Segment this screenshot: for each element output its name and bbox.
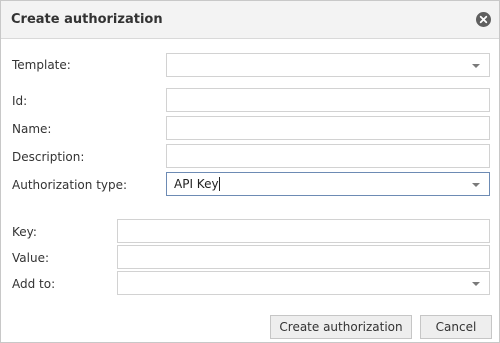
chevron-down-icon (472, 183, 480, 187)
create-authorization-button[interactable]: Create authorization (270, 315, 412, 339)
id-field[interactable] (166, 88, 490, 112)
authorization-type-value: API Key (174, 177, 219, 191)
create-authorization-dialog: Create authorization Template: Id: Name:… (0, 0, 500, 343)
name-label: Name: (12, 122, 52, 136)
key-field[interactable] (117, 219, 490, 243)
cancel-button[interactable]: Cancel (420, 315, 492, 339)
dialog-title: Create authorization (11, 12, 163, 27)
template-select[interactable] (166, 53, 490, 77)
id-label: Id: (12, 94, 28, 108)
description-field[interactable] (166, 144, 490, 168)
dialog-titlebar: Create authorization (1, 1, 499, 39)
chevron-down-icon (472, 282, 480, 286)
close-icon[interactable] (476, 12, 491, 27)
template-label: Template: (12, 58, 71, 72)
value-field[interactable] (117, 245, 490, 269)
add-to-label: Add to: (12, 277, 56, 291)
chevron-down-icon (472, 64, 480, 68)
authorization-type-label: Authorization type: (12, 178, 128, 192)
name-field[interactable] (166, 116, 490, 140)
add-to-select[interactable] (117, 271, 490, 295)
description-label: Description: (12, 150, 85, 164)
key-label: Key: (12, 225, 37, 239)
value-label: Value: (12, 251, 49, 265)
text-cursor (219, 177, 220, 191)
authorization-type-select[interactable]: API Key (166, 172, 490, 196)
